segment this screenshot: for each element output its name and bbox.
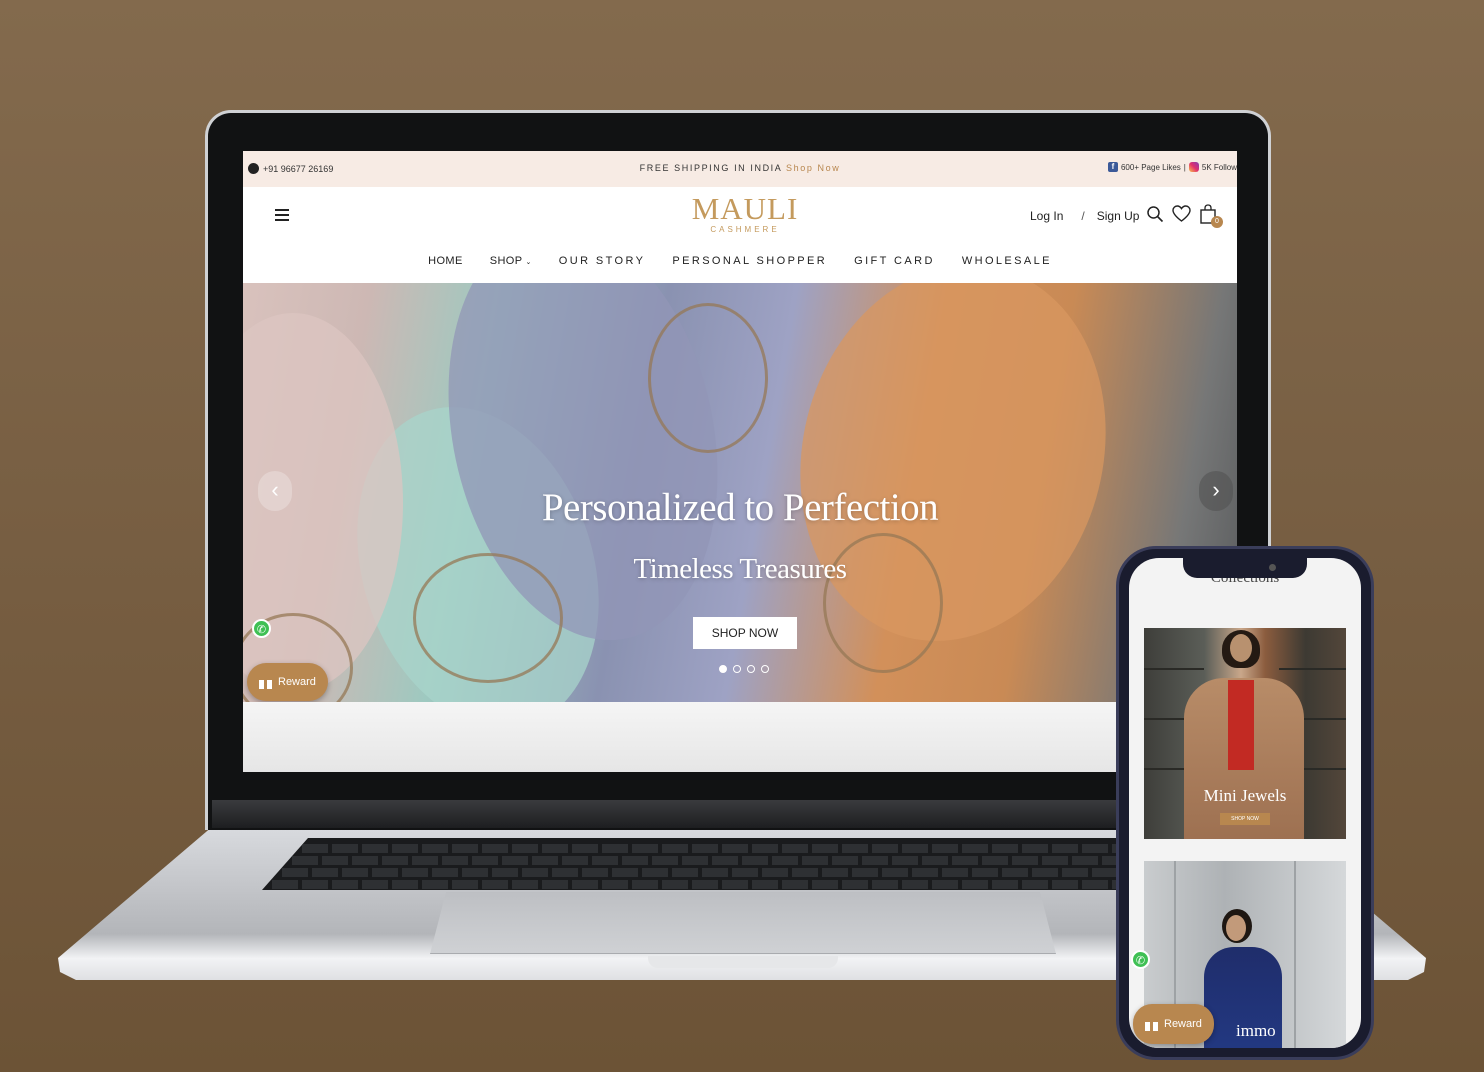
logo-wordmark: MAULI — [691, 191, 799, 226]
hero-shop-now-button[interactable]: SHOP NOW — [693, 617, 797, 649]
reward-label: Reward — [278, 676, 316, 688]
shop-now-link[interactable]: Shop Now — [786, 163, 840, 173]
reward-button[interactable]: Reward — [1133, 1004, 1214, 1044]
collection-title: Mini Jewels — [1203, 786, 1287, 805]
nav-item-shop[interactable]: SHOP ⌄ — [490, 255, 532, 267]
slider-next-arrow-icon[interactable]: › — [1199, 471, 1233, 511]
reward-label: Reward — [1164, 1018, 1202, 1030]
hero-slider: Personalized to Perfection Timeless Trea… — [243, 283, 1237, 702]
phone-notch — [1183, 558, 1307, 578]
chevron-down-icon: ⌄ — [525, 259, 532, 266]
slider-prev-arrow-icon[interactable]: ‹ — [258, 471, 292, 511]
auth-separator: / — [1081, 209, 1085, 223]
laptop-hinge-notch — [648, 956, 838, 968]
instagram-icon[interactable] — [1188, 162, 1199, 172]
account-links: Log In / Sign Up — [1030, 209, 1139, 223]
shopping-bag-icon[interactable]: 0 — [1199, 204, 1223, 228]
hero-title: Personalized to Perfection — [541, 486, 939, 529]
search-icon[interactable] — [1146, 205, 1164, 223]
laptop-trackpad — [430, 892, 1056, 954]
login-link[interactable]: Log In — [1030, 209, 1063, 223]
shipping-text: FREE SHIPPING IN INDIA — [639, 163, 782, 173]
social-divider: | — [1183, 162, 1186, 172]
social-links: f 600+ Page Likes | 5K Follow — [1107, 162, 1237, 172]
shipping-message: FREE SHIPPING IN INDIA Shop Now — [243, 163, 1237, 173]
slider-pagination — [719, 665, 769, 673]
content-area — [243, 702, 1237, 772]
reward-button[interactable]: Reward — [247, 663, 328, 701]
hero-subtitle: Timeless Treasures — [633, 553, 847, 585]
slider-dot[interactable] — [761, 665, 769, 673]
facebook-icon[interactable]: f — [1107, 162, 1118, 172]
site-header: MAULI CASHMERE Log In / Sign Up 0 HOME S… — [243, 187, 1237, 283]
heart-icon[interactable] — [1172, 205, 1191, 223]
slider-dot[interactable] — [747, 665, 755, 673]
whatsapp-icon[interactable]: ✆ — [252, 619, 271, 638]
gift-icon — [1145, 1017, 1158, 1031]
collection-card-mini-jewels[interactable]: Mini Jewels SHOP NOW — [1144, 628, 1346, 839]
nav-item-our-story[interactable]: OUR STORY — [559, 255, 646, 267]
gift-icon — [259, 675, 272, 689]
nav-item-shop-label: SHOP — [489, 255, 523, 267]
laptop-bezel-bottom — [212, 800, 1264, 828]
nav-item-home[interactable]: HOME — [428, 255, 463, 267]
slider-dot[interactable] — [733, 665, 741, 673]
mobile-screen: Collections Mini Jewels SHOP NOW immo ✆ … — [1129, 558, 1361, 1048]
main-navigation: HOME SHOP ⌄ OUR STORY PERSONAL SHOPPER GI… — [243, 255, 1237, 267]
hamburger-menu-icon[interactable] — [275, 209, 289, 221]
camera-icon — [1269, 564, 1276, 571]
whatsapp-icon[interactable]: ✆ — [1131, 950, 1150, 969]
laptop-keyboard — [262, 838, 1162, 890]
cart-count-badge: 0 — [1211, 216, 1223, 228]
collection-title: immo — [1236, 1021, 1276, 1040]
logo-tagline: CASHMERE — [710, 225, 780, 234]
collection-shop-now-button[interactable]: SHOP NOW — [1220, 813, 1270, 825]
instagram-followers[interactable]: 5K Follow — [1202, 163, 1237, 172]
nav-item-wholesale[interactable]: WHOLESALE — [962, 255, 1052, 267]
facebook-likes[interactable]: 600+ Page Likes — [1121, 163, 1181, 172]
desktop-screen: +91 96677 26169 FREE SHIPPING IN INDIA S… — [243, 151, 1237, 772]
brand-logo[interactable]: MAULI CASHMERE — [690, 191, 800, 235]
slider-dot[interactable] — [719, 665, 727, 673]
nav-item-gift-card[interactable]: GIFT CARD — [854, 255, 935, 267]
signup-link[interactable]: Sign Up — [1097, 209, 1140, 223]
announcement-bar: +91 96677 26169 FREE SHIPPING IN INDIA S… — [243, 151, 1237, 187]
header-icons: 0 — [1146, 204, 1223, 228]
nav-item-personal-shopper[interactable]: PERSONAL SHOPPER — [672, 255, 827, 267]
